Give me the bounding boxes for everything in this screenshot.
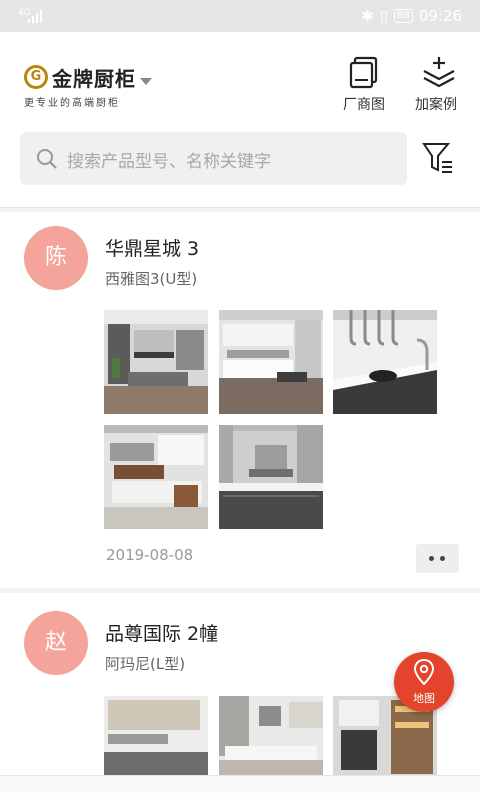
case-photo[interactable] xyxy=(104,696,208,778)
case-title: 品尊国际 2幢 xyxy=(105,623,219,645)
case-photo[interactable] xyxy=(219,425,323,529)
case-photo[interactable] xyxy=(219,696,323,778)
add-case-label: 加案例 xyxy=(415,97,457,113)
g-logo-icon: G xyxy=(24,65,48,89)
case-photo[interactable] xyxy=(104,425,208,529)
status-right: ✱ ▯ 88 09:26 xyxy=(361,7,462,25)
search-placeholder: 搜索产品型号、名称关键字 xyxy=(67,152,271,172)
case-photo[interactable] xyxy=(104,310,208,414)
filter-icon[interactable] xyxy=(421,140,455,176)
case-subtitle: 西雅图3(U型) xyxy=(105,270,198,288)
avatar[interactable]: 赵 xyxy=(24,611,88,675)
avatar[interactable]: 陈 xyxy=(24,226,88,290)
case-photo[interactable] xyxy=(219,310,323,414)
case-card[interactable]: 陈 华鼎星城 3 西雅图3(U型) 2019-08-08 xyxy=(0,212,480,588)
bluetooth-icon: ✱ xyxy=(361,7,374,25)
bottom-navigation xyxy=(0,775,480,793)
case-subtitle: 阿玛尼(L型) xyxy=(105,655,186,673)
case-photo[interactable] xyxy=(333,310,437,414)
map-pin-icon xyxy=(413,658,435,686)
map-button-label: 地图 xyxy=(413,692,435,705)
brand-name: 金牌厨柜 xyxy=(52,67,136,91)
vibrate-icon: ▯ xyxy=(379,7,389,25)
catalog-icon xyxy=(349,56,378,89)
more-options-button[interactable] xyxy=(416,544,459,573)
chevron-down-icon xyxy=(140,78,152,85)
case-title: 华鼎星城 3 xyxy=(105,238,200,260)
app-header: G 金牌厨柜 更专业的高端厨柜 厂商图 加案例 搜索产品型号、名称关键字 xyxy=(0,32,480,208)
search-input[interactable]: 搜索产品型号、名称关键字 xyxy=(20,132,407,185)
brand-switcher[interactable]: G 金牌厨柜 更专业的高端厨柜 xyxy=(24,62,164,112)
factory-catalog-label: 厂商图 xyxy=(343,97,385,113)
battery-indicator: 88 xyxy=(394,9,413,23)
case-date: 2019-08-08 xyxy=(106,546,194,564)
factory-catalog-button[interactable]: 厂商图 xyxy=(334,54,394,120)
status-bar: 4G ✱ ▯ 88 09:26 xyxy=(0,0,480,32)
map-button[interactable]: 地图 xyxy=(394,652,454,712)
search-icon xyxy=(37,149,57,169)
brand-slogan: 更专业的高端厨柜 xyxy=(24,98,120,109)
signal-icon xyxy=(28,9,44,23)
add-layers-icon xyxy=(423,57,455,88)
clock: 09:26 xyxy=(418,7,462,25)
add-case-button[interactable]: 加案例 xyxy=(406,54,466,120)
